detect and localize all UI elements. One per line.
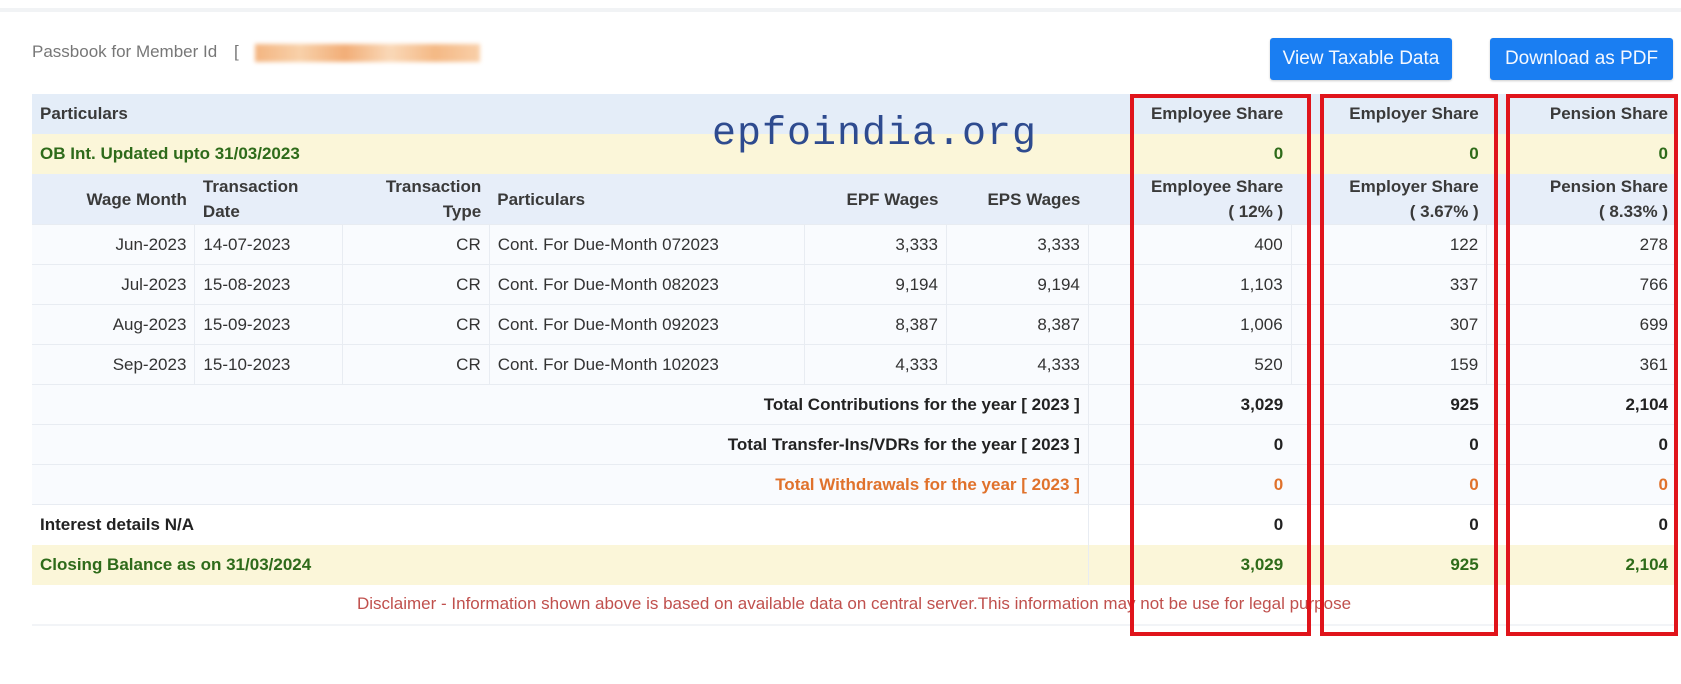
employee-share: 1,103 [1087, 264, 1292, 305]
transaction-type: CR [341, 344, 490, 385]
particulars: Cont. For Due-Month 092023 [488, 304, 805, 345]
passbook-table: Particulars Employee Share Employer Shar… [32, 94, 1676, 626]
transaction-date: 15-10-2023 [194, 344, 343, 385]
eps-wages: 8,387 [945, 304, 1089, 345]
total-transfers-label: Total Transfer-Ins/VDRs for the year [ 2… [32, 424, 1089, 465]
eps-wages: 9,194 [945, 264, 1089, 305]
col-wage-month: Wage Month [32, 174, 195, 225]
interest-label: Interest details N/A [32, 504, 1089, 545]
transaction-date: 15-09-2023 [194, 304, 343, 345]
transaction-date: 14-07-2023 [194, 224, 343, 265]
opening-pension: 0 [1486, 134, 1676, 174]
eps-wages: 3,333 [945, 224, 1089, 265]
table-row: Aug-2023 15-09-2023 CR Cont. For Due-Mon… [32, 304, 1676, 345]
wage-month: Jul-2023 [32, 264, 195, 305]
employee-share: 1,006 [1087, 304, 1292, 345]
opening-employer: 0 [1291, 134, 1487, 174]
opening-employee: 0 [1088, 134, 1292, 174]
transaction-type: CR [341, 224, 490, 265]
closing-balance-row: Closing Balance as on 31/03/2024 3,029 9… [32, 544, 1676, 585]
total-contributions-employee: 3,029 [1087, 384, 1292, 425]
closing-pension: 2,104 [1486, 544, 1676, 585]
wage-month: Sep-2023 [32, 344, 195, 385]
disclaimer: Disclaimer - Information shown above is … [32, 584, 1676, 626]
interest-employer: 0 [1291, 504, 1487, 545]
wage-month: Jun-2023 [32, 224, 195, 265]
total-withdrawals-label: Total Withdrawals for the year [ 2023 ] [32, 464, 1089, 505]
transaction-date: 15-08-2023 [194, 264, 343, 305]
table-row: Jun-2023 14-07-2023 CR Cont. For Due-Mon… [32, 224, 1676, 265]
particulars: Cont. For Due-Month 082023 [488, 264, 805, 305]
opening-balance-label: OB Int. Updated upto 31/03/2023 [32, 134, 1089, 174]
header-pension-share: Pension Share [1486, 94, 1676, 134]
col-eps-wages: EPS Wages [946, 174, 1089, 225]
epf-wages: 3,333 [804, 224, 947, 265]
table-header-row: Particulars Employee Share Employer Shar… [32, 94, 1676, 134]
total-transfers-employer: 0 [1291, 424, 1487, 465]
employer-share: 122 [1290, 224, 1487, 265]
header-employer-share: Employer Share [1291, 94, 1487, 134]
closing-balance-label: Closing Balance as on 31/03/2024 [32, 544, 1089, 585]
bracket: [ [233, 42, 239, 61]
total-contributions-label: Total Contributions for the year [ 2023 … [32, 384, 1089, 425]
member-id-label: Passbook for Member Id [32, 42, 218, 61]
transaction-type: CR [341, 304, 490, 345]
interest-employee: 0 [1087, 504, 1292, 545]
col-employer-share: Employer Share( 3.67% ) [1291, 174, 1487, 225]
particulars: Cont. For Due-Month 102023 [488, 344, 805, 385]
disclaimer-row: Disclaimer - Information shown above is … [32, 584, 1676, 626]
total-contributions-row: Total Contributions for the year [ 2023 … [32, 384, 1676, 425]
employee-share: 520 [1087, 344, 1292, 385]
col-employee-share: Employee Share( 12% ) [1088, 174, 1292, 225]
employee-share: 400 [1087, 224, 1292, 265]
total-contributions-employer: 925 [1291, 384, 1487, 425]
opening-balance-row: OB Int. Updated upto 31/03/2023 0 0 0 [32, 134, 1676, 174]
header-employee-share: Employee Share [1088, 94, 1292, 134]
epf-wages: 8,387 [804, 304, 947, 345]
total-withdrawals-employee: 0 [1087, 464, 1292, 505]
col-epf-wages: EPF Wages [804, 174, 947, 225]
column-header-row: Wage Month Transaction Date Transaction Ty… [32, 174, 1676, 225]
interest-row: Interest details N/A 0 0 0 [32, 504, 1676, 545]
total-contributions-pension: 2,104 [1486, 384, 1676, 425]
top-divider [0, 8, 1681, 12]
pension-share: 278 [1486, 224, 1676, 265]
pension-share: 766 [1486, 264, 1676, 305]
table-row: Jul-2023 15-08-2023 CR Cont. For Due-Mon… [32, 264, 1676, 305]
particulars: Cont. For Due-Month 072023 [488, 224, 805, 265]
pension-share: 699 [1486, 304, 1676, 345]
transaction-type: CR [341, 264, 490, 305]
employer-share: 307 [1290, 304, 1487, 345]
employer-share: 337 [1290, 264, 1487, 305]
header-particulars: Particulars [32, 94, 1089, 134]
total-withdrawals-row: Total Withdrawals for the year [ 2023 ] … [32, 464, 1676, 505]
closing-employer: 925 [1291, 544, 1487, 585]
member-id-header: Passbook for Member Id [ [32, 42, 481, 62]
epf-wages: 9,194 [804, 264, 947, 305]
closing-employee: 3,029 [1087, 544, 1292, 585]
view-taxable-data-button[interactable]: View Taxable Data [1270, 38, 1452, 80]
col-pension-share: Pension Share( 8.33% ) [1486, 174, 1676, 225]
download-pdf-button[interactable]: Download as PDF [1490, 38, 1673, 80]
total-withdrawals-employer: 0 [1291, 464, 1487, 505]
member-id-redacted [255, 43, 481, 62]
col-transaction-type: Transaction Type [342, 174, 490, 225]
epf-wages: 4,333 [804, 344, 947, 385]
total-transfers-employee: 0 [1087, 424, 1292, 465]
employer-share: 159 [1290, 344, 1487, 385]
interest-pension: 0 [1486, 504, 1676, 545]
total-withdrawals-pension: 0 [1486, 464, 1676, 505]
eps-wages: 4,333 [945, 344, 1089, 385]
col-particulars: Particulars [489, 174, 805, 225]
col-transaction-date: Transaction Date [194, 174, 343, 225]
wage-month: Aug-2023 [32, 304, 195, 345]
total-transfers-row: Total Transfer-Ins/VDRs for the year [ 2… [32, 424, 1676, 465]
total-transfers-pension: 0 [1486, 424, 1676, 465]
table-row: Sep-2023 15-10-2023 CR Cont. For Due-Mon… [32, 344, 1676, 385]
pension-share: 361 [1486, 344, 1676, 385]
